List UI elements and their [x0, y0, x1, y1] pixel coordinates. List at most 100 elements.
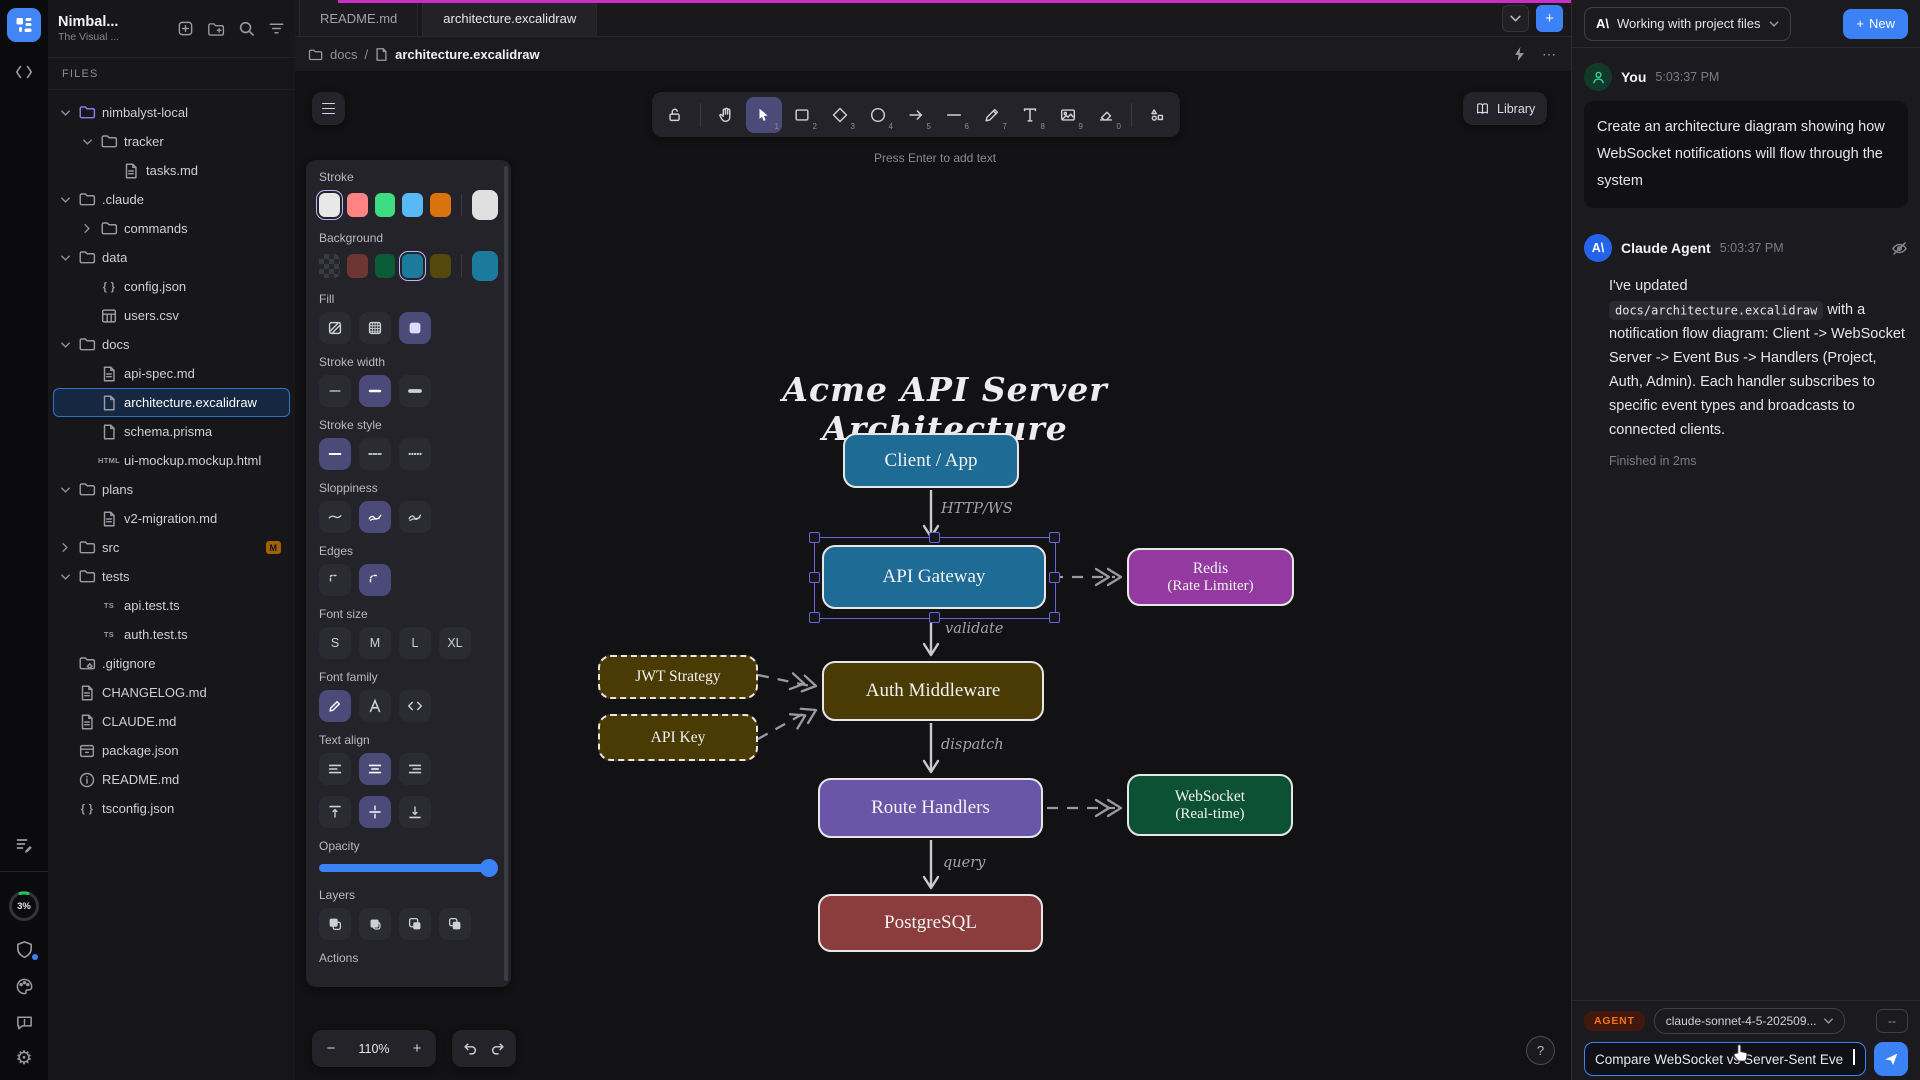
tree-item-tasks-md[interactable]: tasks.md: [53, 156, 290, 185]
chevron-down-icon: [1824, 1018, 1833, 1024]
workspace-title: Nimbal...: [58, 13, 119, 31]
tree-item-users-csv[interactable]: users.csv: [53, 301, 290, 330]
tree-item-label: plans: [102, 482, 133, 497]
agent-message-body: I've updated docs/architecture.excalidra…: [1609, 274, 1905, 442]
tree-item--gitignore[interactable]: .gitignore: [53, 649, 290, 678]
tree-item--claude[interactable]: .claude: [53, 185, 290, 214]
notes-icon[interactable]: [15, 836, 33, 854]
folder-icon: [100, 133, 118, 151]
new-chat-button[interactable]: +New: [1843, 9, 1908, 39]
tree-item-src[interactable]: srcM: [53, 533, 290, 562]
new-folder-icon[interactable]: [207, 21, 225, 37]
tree-item-label: tests: [102, 569, 129, 584]
tree-item-package-json[interactable]: package.json: [53, 736, 290, 765]
chevron-down-icon[interactable]: [58, 197, 72, 203]
code-panel-icon[interactable]: [15, 64, 33, 80]
workspace-title-block: Nimbal... The Visual ...: [58, 13, 119, 44]
tree-item-label: ui-mockup.mockup.html: [124, 453, 261, 468]
tree-item-schema-prisma[interactable]: schema.prisma: [53, 417, 290, 446]
tree-item-readme-md[interactable]: README.md: [53, 765, 290, 794]
security-shield-icon[interactable]: [15, 940, 34, 960]
tree-item-api-spec-md[interactable]: api-spec.md: [53, 359, 290, 388]
tree-item-docs[interactable]: docs: [53, 330, 290, 359]
more-options-icon[interactable]: ⋯: [1542, 46, 1558, 63]
chevron-down-icon[interactable]: [80, 139, 94, 145]
chevron-down-icon[interactable]: [58, 574, 72, 580]
tree-item-label: CLAUDE.md: [102, 714, 176, 729]
folder-gear-icon: [78, 655, 96, 673]
chat-input[interactable]: [1584, 1042, 1866, 1076]
workspace-subtitle: The Visual ...: [58, 31, 119, 44]
model-selector[interactable]: claude-sonnet-4-5-202509...: [1654, 1008, 1845, 1034]
tree-item-ui-mockup-mockup-html[interactable]: HTMLui-mockup.mockup.html: [53, 446, 290, 475]
tree-item-architecture-excalidraw[interactable]: architecture.excalidraw: [53, 388, 290, 417]
new-tab-button[interactable]: +: [1536, 5, 1563, 32]
file-icon: [100, 394, 118, 412]
feedback-chat-icon[interactable]: [15, 1013, 34, 1032]
tree-item-config-json[interactable]: { }config.json: [53, 272, 290, 301]
breadcrumb: docs / architecture.excalidraw ⋯: [295, 37, 1571, 72]
message-time: 5:03:37 PM: [1720, 241, 1784, 255]
message-list: You 5:03:37 PM Create an architecture di…: [1572, 47, 1920, 1000]
tree-item-nimbalyst-local[interactable]: nimbalyst-local: [53, 98, 290, 127]
tree-item-label: .gitignore: [102, 656, 155, 671]
send-button[interactable]: [1874, 1042, 1908, 1076]
tab-readme-md[interactable]: README.md: [299, 0, 418, 36]
chevron-down-icon[interactable]: [58, 487, 72, 493]
tree-item-label: config.json: [124, 279, 186, 294]
tree-item-label: CHANGELOG.md: [102, 685, 207, 700]
new-file-icon[interactable]: [177, 20, 194, 37]
tree-item-tests[interactable]: tests: [53, 562, 290, 591]
diagram-title[interactable]: Acme API Server Architecture: [685, 370, 1205, 448]
tree-item-v2-migration-md[interactable]: v2-migration.md: [53, 504, 290, 533]
tree-item-plans[interactable]: plans: [53, 475, 290, 504]
tree-item-api-test-ts[interactable]: TSapi.test.ts: [53, 591, 290, 620]
theme-palette-icon[interactable]: [15, 977, 34, 996]
message-status: Finished in 2ms: [1609, 454, 1908, 468]
settings-gear-icon[interactable]: ⚙: [15, 1049, 32, 1068]
app-logo-icon[interactable]: [7, 8, 41, 42]
tree-item-label: api.test.ts: [124, 598, 180, 613]
tree-item-tsconfig-json[interactable]: { }tsconfig.json: [53, 794, 290, 823]
user-message-card: Create an architecture diagram showing h…: [1584, 101, 1908, 208]
package-icon: [78, 742, 96, 760]
tree-item-claude-md[interactable]: CLAUDE.md: [53, 707, 290, 736]
tree-item-changelog-md[interactable]: CHANGELOG.md: [53, 678, 290, 707]
tree-item-commands[interactable]: commands: [53, 214, 290, 243]
chevron-down-icon[interactable]: [58, 342, 72, 348]
chevron-down-icon[interactable]: [58, 255, 72, 261]
session-selector[interactable]: A\ Working with project files: [1584, 7, 1791, 41]
icon-rail: 3% ⚙: [0, 0, 49, 1080]
tab-architecture-excalidraw[interactable]: architecture.excalidraw: [422, 0, 597, 36]
text-caret: [1853, 1049, 1855, 1065]
excalidraw-canvas[interactable]: 1234567890 Press Enter to add text Libra…: [295, 71, 1571, 1080]
hide-message-icon[interactable]: [1891, 241, 1908, 256]
table-icon: [100, 307, 118, 325]
chevron-right-icon[interactable]: [80, 224, 94, 233]
folder-icon: [78, 104, 96, 122]
inline-code-path: docs/architecture.excalidraw: [1609, 301, 1823, 320]
tree-item-data[interactable]: data: [53, 243, 290, 272]
files-header: FILES: [48, 58, 295, 90]
breadcrumb-folder[interactable]: docs: [330, 47, 357, 62]
tree-item-label: docs: [102, 337, 129, 352]
file-icon: [100, 423, 118, 441]
chevron-down-icon[interactable]: [58, 110, 72, 116]
filter-icon[interactable]: [268, 20, 285, 37]
run-actions-icon[interactable]: [1513, 46, 1526, 62]
file-sidebar: Nimbal... The Visual ... FILES nimbalyst…: [48, 0, 296, 1080]
folder-icon: [78, 336, 96, 354]
search-icon[interactable]: [238, 20, 255, 37]
usage-meter[interactable]: 3%: [7, 889, 41, 923]
edge-label-http-ws: HTTP/WS: [941, 501, 1013, 517]
tree-item-label: package.json: [102, 743, 179, 758]
chevron-down-icon: [1769, 21, 1779, 27]
tree-item-label: data: [102, 250, 127, 265]
file-text-icon: [100, 510, 118, 528]
tab-list-dropdown-button[interactable]: [1502, 5, 1529, 32]
chevron-right-icon[interactable]: [58, 543, 72, 552]
composer-more-button[interactable]: --: [1876, 1009, 1908, 1033]
tree-item-tracker[interactable]: tracker: [53, 127, 290, 156]
diagram-edges: [295, 71, 1571, 1080]
tree-item-auth-test-ts[interactable]: TSauth.test.ts: [53, 620, 290, 649]
